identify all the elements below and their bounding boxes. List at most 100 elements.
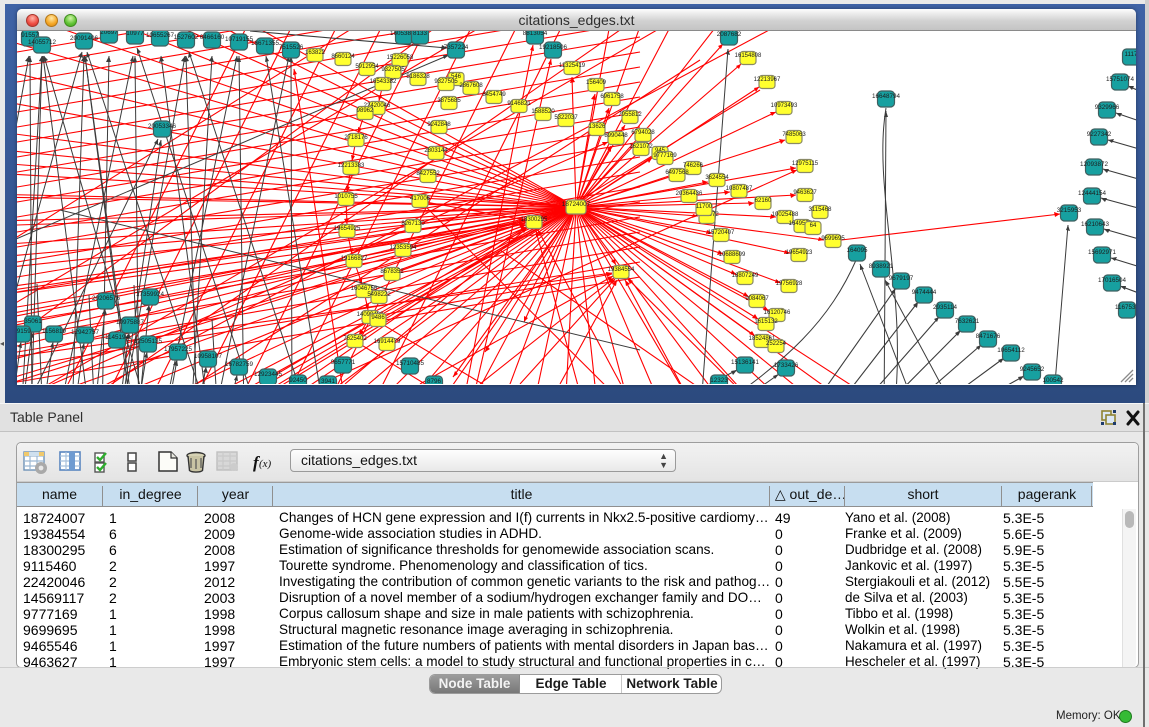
svg-text:8813054: 8813054	[523, 31, 548, 37]
svg-text:11700: 11700	[696, 204, 713, 210]
svg-text:7357224: 7357224	[444, 44, 469, 51]
svg-text:8660124: 8660124	[331, 54, 355, 60]
svg-text:9463627: 9463627	[793, 190, 817, 196]
svg-text:9474444: 9474444	[912, 289, 937, 296]
svg-text:16154808: 16154808	[735, 53, 762, 59]
svg-text:20091406: 20091406	[70, 35, 99, 42]
svg-text:2803144: 2803144	[424, 148, 448, 154]
svg-text:6497568: 6497568	[665, 170, 689, 176]
svg-text:16782759: 16782759	[225, 361, 254, 368]
svg-text:9245652: 9245652	[1020, 366, 1045, 373]
svg-text:1145194: 1145194	[105, 334, 130, 341]
svg-text:12975115: 12975115	[792, 161, 819, 167]
svg-text:8796: 8796	[427, 378, 442, 384]
svg-text:10807487: 10807487	[726, 186, 753, 192]
svg-text:12213967: 12213967	[754, 77, 781, 83]
svg-text:1615132: 1615132	[754, 319, 778, 325]
svg-text:9329966: 9329966	[1095, 104, 1120, 111]
svg-text:1527602: 1527602	[174, 34, 199, 41]
svg-text:15136141: 15136141	[731, 359, 760, 366]
svg-text:9146821: 9146821	[507, 101, 531, 107]
svg-text:16648794: 16648794	[872, 93, 901, 100]
svg-text:12942757: 12942757	[71, 329, 100, 336]
svg-text:18724007: 18724007	[562, 201, 591, 208]
svg-text:98962: 98962	[357, 108, 374, 114]
svg-text:10655267: 10655267	[146, 32, 175, 39]
svg-text:156409: 156409	[586, 80, 607, 86]
svg-text:7632621: 7632621	[955, 318, 980, 325]
svg-text:12444154: 12444154	[1078, 190, 1107, 197]
svg-text:9486: 9486	[371, 315, 385, 321]
svg-text:9657771: 9657771	[331, 359, 356, 366]
svg-text:3941: 3941	[321, 378, 336, 384]
svg-text:3875685: 3875685	[437, 98, 461, 104]
svg-text:92450: 92450	[289, 377, 307, 384]
svg-text:746266: 746266	[683, 163, 704, 169]
svg-text:8133: 8133	[413, 31, 428, 37]
svg-text:15226058: 15226058	[387, 55, 414, 61]
svg-text:8471676: 8471676	[976, 333, 1001, 340]
svg-text:1621072: 1621072	[629, 144, 653, 150]
svg-text:12323: 12323	[710, 377, 728, 384]
svg-text:19166827: 19166827	[341, 256, 368, 262]
svg-text:15751074: 15751074	[1106, 76, 1135, 83]
svg-text:417006: 417006	[410, 196, 431, 202]
svg-text:10025488: 10025488	[772, 212, 799, 218]
svg-text:8186328: 8186328	[406, 74, 430, 80]
svg-text:10719155: 10719155	[225, 36, 254, 43]
svg-text:9084067: 9084067	[745, 296, 769, 302]
svg-text:1167533: 1167533	[1115, 304, 1136, 311]
svg-text:11325419: 11325419	[559, 63, 586, 69]
svg-text:6961758: 6961758	[600, 94, 624, 100]
svg-text:17359924: 17359924	[136, 291, 165, 298]
svg-text:13626: 13626	[589, 124, 606, 130]
svg-text:19654925: 19654925	[334, 226, 361, 232]
svg-text:12505135: 12505135	[134, 338, 163, 345]
svg-text:8990448: 8990448	[604, 133, 628, 139]
svg-text:8267130: 8267130	[401, 221, 425, 227]
svg-text:9679197: 9679197	[889, 275, 914, 282]
svg-text:16120746: 16120746	[764, 310, 791, 316]
svg-text:16543382: 16543382	[370, 79, 397, 85]
svg-text:164095: 164095	[846, 247, 868, 254]
svg-text:3624554: 3624554	[705, 175, 729, 181]
svg-text:3215953: 3215953	[1057, 207, 1082, 214]
svg-text:20697: 20697	[100, 31, 118, 36]
svg-text:12093872: 12093872	[1080, 161, 1109, 168]
svg-text:16671355: 16671355	[251, 40, 280, 47]
svg-text:35061: 35061	[24, 318, 42, 325]
svg-text:2087682: 2087682	[717, 31, 742, 38]
svg-text:19218506: 19218506	[539, 44, 568, 51]
svg-text:62160: 62160	[755, 198, 772, 204]
svg-text:39159: 39159	[17, 328, 31, 335]
svg-text:8938921: 8938921	[869, 263, 894, 270]
svg-text:10688609: 10688609	[719, 252, 746, 258]
svg-text:7955812: 7955812	[618, 112, 642, 118]
svg-text:12213383: 12213383	[338, 163, 365, 169]
svg-text:8427552: 8427552	[416, 171, 440, 177]
svg-text:2718176: 2718176	[344, 135, 368, 141]
svg-text:9227342: 9227342	[1087, 131, 1112, 138]
svg-text:10977: 10977	[126, 31, 144, 37]
svg-text:163822: 163822	[305, 50, 326, 56]
svg-text:1733426: 1733426	[774, 362, 799, 369]
svg-text:64: 64	[810, 223, 817, 229]
svg-text:12353594: 12353594	[390, 245, 417, 251]
svg-text:6794028: 6794028	[631, 130, 655, 136]
svg-text:20206576: 20206576	[92, 295, 121, 302]
svg-text:100542: 100542	[1042, 377, 1064, 384]
svg-text:16914479: 16914479	[374, 339, 401, 345]
svg-text:18300295: 18300295	[521, 217, 548, 223]
svg-text:1010755: 1010755	[334, 194, 358, 200]
svg-text:7515526: 7515526	[279, 44, 304, 51]
svg-text:9777169: 9777169	[653, 153, 677, 159]
svg-text:8678352: 8678352	[380, 269, 404, 275]
svg-text:17957225: 17957225	[164, 346, 193, 353]
svg-text:252254: 252254	[766, 341, 787, 347]
svg-text:5498222: 5498222	[367, 292, 391, 298]
svg-text:6466160: 6466160	[200, 34, 225, 41]
svg-text:19654923: 19654923	[786, 250, 813, 256]
svg-text:3115468: 3115468	[809, 207, 833, 213]
svg-text:15720407: 15720407	[708, 230, 735, 236]
svg-text:7625402: 7625402	[343, 336, 367, 342]
